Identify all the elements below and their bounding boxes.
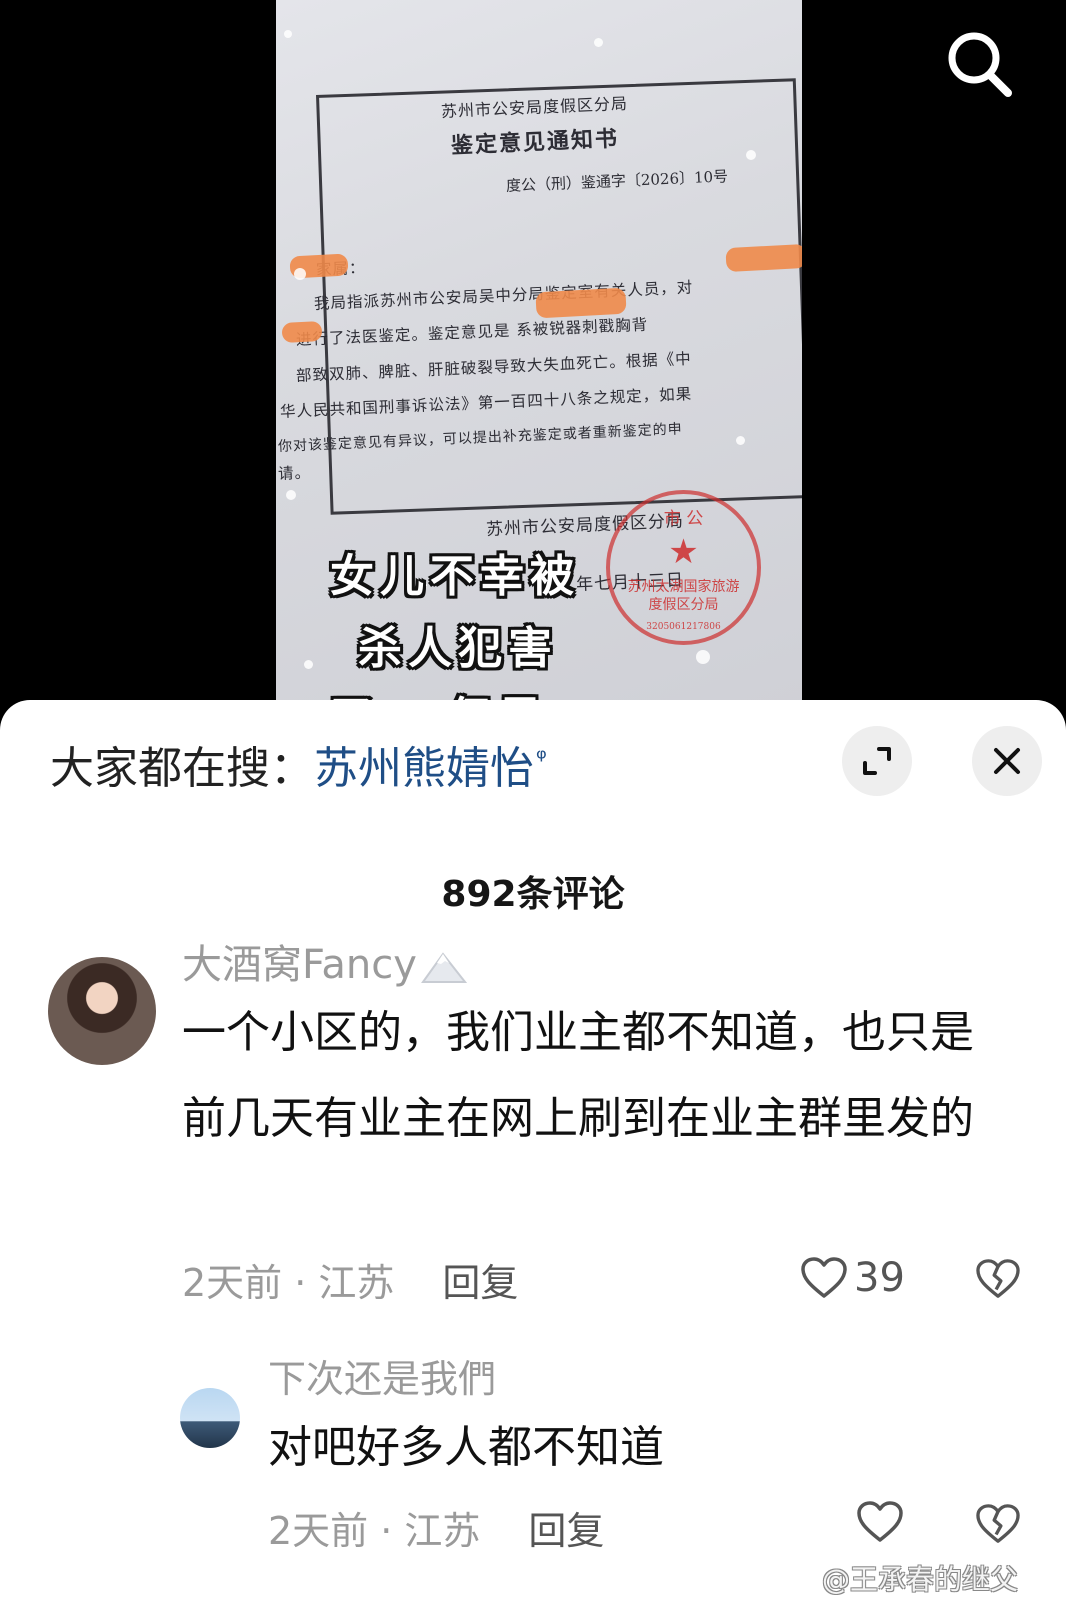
small-search-icon: ᵠ: [536, 744, 547, 775]
suggestion-prefix: 大家都在搜：: [50, 743, 314, 794]
comment-username[interactable]: 大酒窝Fancy: [182, 932, 467, 990]
official-seal: 市 公 ★ 苏州太湖国家旅游 度假区分局 3205061217806: [606, 490, 761, 645]
heart-icon: [801, 1257, 847, 1298]
avatar[interactable]: [180, 1388, 240, 1448]
redaction-mark: [535, 287, 627, 319]
sparkle: [746, 150, 756, 160]
sparkle: [736, 436, 745, 445]
comment-text: 一个小区的，我们业主都不知道，也只是前几天有业主在网上刷到在业主群里发的: [182, 1007, 974, 1144]
dislike-button[interactable]: [975, 1258, 1021, 1304]
comment-text: 对吧好多人都不知道: [268, 1422, 664, 1473]
redaction-mark: [725, 243, 802, 273]
reply-button[interactable]: 回复: [442, 1261, 518, 1305]
dislike-button[interactable]: [975, 1503, 1021, 1549]
search-icon: [948, 32, 1012, 97]
like-button[interactable]: 39: [800, 1255, 905, 1301]
sparkle: [696, 650, 710, 664]
comment-time-location: 2天前 · 江苏: [182, 1261, 395, 1305]
video-caption-line: 女儿不幸被: [330, 551, 580, 602]
sparkle: [294, 268, 306, 280]
comment-meta: 2天前 · 江苏 回复: [182, 1252, 518, 1307]
comment-count-title: 892条评论: [441, 874, 625, 915]
comment-time-location: 2天前 · 江苏: [268, 1509, 481, 1553]
search-suggestion: 大家都在搜：苏州熊婧怡ᵠ: [50, 732, 547, 796]
close-icon: [994, 748, 1020, 774]
expand-button[interactable]: [842, 726, 912, 796]
avatar[interactable]: [48, 957, 156, 1065]
expand-icon: [863, 747, 891, 775]
comment-username[interactable]: 下次还是我們: [268, 1348, 496, 1403]
broken-heart-icon: [976, 1259, 1020, 1298]
sparkle: [284, 30, 292, 38]
sparkle: [304, 660, 313, 669]
comment-sheet: 大家都在搜：苏州熊婧怡ᵠ 892条评论 大酒窝Fancy 一个小区的，我们业主都…: [0, 700, 1066, 1620]
username-text: 大酒窝Fancy: [182, 942, 417, 988]
video-player[interactable]: 苏州市公安局度假区分局 鉴定意见通知书 度公（刑）鉴通字〔2026〕10号 家属…: [0, 0, 1066, 720]
mountain-badge-icon: [420, 952, 467, 983]
weibo-watermark: @王承春的继父: [822, 1563, 1019, 1596]
sparkle: [286, 490, 296, 500]
comment-meta: 2天前 · 江苏 回复: [268, 1500, 604, 1555]
like-button[interactable]: [856, 1500, 904, 1544]
sparkle: [594, 38, 603, 47]
close-button[interactable]: [972, 726, 1042, 796]
reply-button[interactable]: 回复: [528, 1509, 604, 1553]
suggestion-keyword-link[interactable]: 苏州熊婧怡: [314, 743, 534, 794]
redaction-mark: [281, 320, 323, 344]
broken-heart-icon: [976, 1504, 1020, 1543]
search-button[interactable]: [940, 26, 1020, 106]
document-line: 请。: [277, 463, 312, 483]
video-caption-line: 杀人犯害: [358, 623, 558, 674]
like-count: 39: [854, 1255, 905, 1301]
heart-icon: [857, 1501, 903, 1542]
